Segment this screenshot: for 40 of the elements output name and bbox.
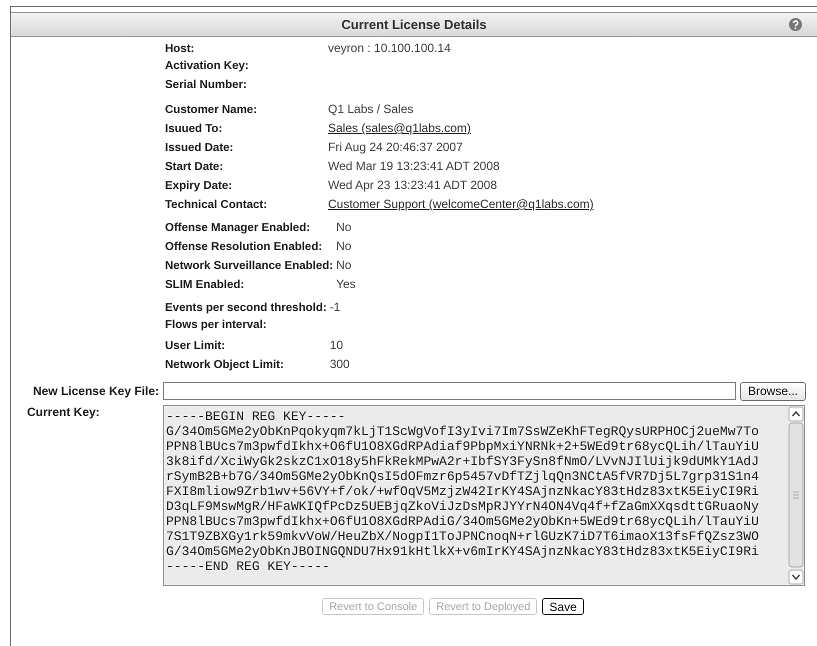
field-label: Issued Date: bbox=[165, 142, 234, 154]
email-link[interactable]: Customer Support (welcomeCenter@q1labs.com) bbox=[328, 197, 817, 211]
field-label: Network Surveillance Enabled: bbox=[165, 260, 334, 272]
field-value: Yes bbox=[336, 277, 357, 291]
key-text: -----BEGIN REG KEY----- G/34Om5GMe2yObKnPqokyqm7kLjT1ScWgVofI3yIvi7Im7SsWZeKhFTegRQysURPHOCj2ueMw7To PPN8lBUcs7m3pwfdIkhx+O6fU1O8XGdRPAdiaf9PbpMxiYNRNk+2+5WEd9tr68ycQLih/lTauYiU 3k8ifd/XciWyGk2skzC1xO18y5hFkRekMPwA2r+IbfSY3FySn8fNmO/LVvNJIlUijk9dUMkY1AdJ rSymB2B+b7G/34Om5GMe2yObKnQsI5dOFmzr6p5457vDfTZjlqQn3NCtA5fVR7Dj5L7grp31S1n4 FXI8mliow9Zrb1wv+56VY+f/ok/+wfOqV5MzjzW42IrKY4SAjnzNkacY83tHdz83xtK5EiyCI9Ri D3qLF9MswMgR/HFaWKIQfPcDz5UEBjqZkoViJzDsMpRJYYrN4ON4Vq4f+fZaGmXXqsdttGRuaoNy PPN8lBUcs7m3pwfdIkhx+O6fU1O8XGdRPAdiG/34Om5GMe2yObKn+5WEd9tr68ycQLih/lTauYiU 7S1T9ZBXGy1rk59mkvVoW/HeuZbX/NogpI1ToJPNCnoqN+rlGUzK7iD7T6imaoX13fsFfQZsz3WO G/34Om5GMe2yObKnJBOINGQNDU7Hx91kHtlkX+v6mIrKY4SAjnzNkacY83tHdz83xtK5EiyCI9Ri -----END REG KEY----- bbox=[165, 408, 760, 576]
field-label: New License Key File: bbox=[32, 384, 159, 398]
email-link[interactable]: Sales (sales@q1labs.com) bbox=[328, 121, 817, 135]
field-value: No bbox=[336, 220, 352, 234]
field-label: Technical Contact: bbox=[165, 199, 268, 211]
field-label: Activation Key: bbox=[165, 60, 250, 72]
panel-title: Current License Details bbox=[341, 17, 487, 32]
field-label: Events per second threshold: bbox=[165, 302, 327, 314]
field-value: 300 bbox=[330, 357, 351, 371]
field-value: No bbox=[336, 239, 352, 253]
field-label: Host: bbox=[165, 43, 196, 55]
field-label: Start Date: bbox=[165, 161, 224, 173]
field-label: Offense Resolution Enabled: bbox=[165, 241, 324, 253]
field-value: No bbox=[336, 258, 352, 272]
action-button[interactable]: Save bbox=[542, 598, 584, 615]
field-value: -1 bbox=[330, 300, 342, 314]
field-value: 10 bbox=[330, 338, 344, 352]
field-label: Network Object Limit: bbox=[165, 359, 285, 371]
field-label: Serial Number: bbox=[165, 79, 248, 91]
field-value: Q1 Labs / Sales bbox=[328, 102, 414, 116]
field-label: Customer Name: bbox=[165, 104, 258, 116]
browse-button[interactable]: Browse... bbox=[740, 382, 806, 400]
scrollbar[interactable] bbox=[788, 406, 804, 585]
field-value: Wed Apr 23 13:23:41 ADT 2008 bbox=[328, 178, 498, 192]
field-label: SLIM Enabled: bbox=[165, 279, 246, 291]
field-label: Flows per interval: bbox=[165, 319, 268, 331]
field-label: Expiry Date: bbox=[165, 180, 234, 192]
file-path-field[interactable] bbox=[163, 382, 736, 400]
field-value: veyron : 10.100.100.14 bbox=[328, 41, 452, 55]
help-icon[interactable] bbox=[789, 18, 802, 31]
field-value: Fri Aug 24 20:46:37 2007 bbox=[328, 140, 464, 154]
field-label: Offense Manager Enabled: bbox=[165, 222, 312, 234]
field-label: User Limit: bbox=[165, 340, 226, 352]
field-label: Current Key: bbox=[26, 405, 101, 419]
field-value: Wed Mar 19 13:23:41 ADT 2008 bbox=[328, 159, 501, 173]
field-label: Isuued To: bbox=[165, 123, 224, 135]
